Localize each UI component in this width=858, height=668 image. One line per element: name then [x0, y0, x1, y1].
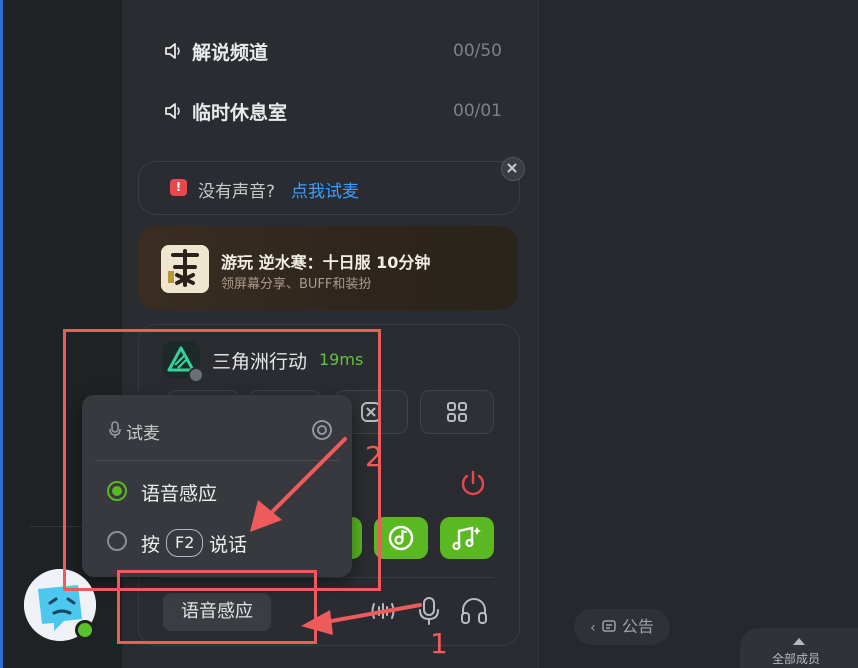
channel-row[interactable]: 临时休息室 00/01 [162, 93, 502, 129]
game-logo-icon [161, 245, 209, 293]
more-apps-button[interactable] [420, 390, 494, 434]
channel-name: 解说频道 [192, 41, 269, 64]
channel-name: 临时休息室 [192, 101, 288, 124]
game-thumbnail [161, 245, 209, 293]
game-promo-subtitle: 领屏幕分享、BUFF和装扮 [221, 277, 372, 292]
close-card-button[interactable] [501, 157, 525, 181]
ai-music-button[interactable] [440, 517, 494, 559]
music-disc-button[interactable] [374, 517, 428, 559]
headphones-icon[interactable] [458, 595, 490, 627]
close-icon [507, 163, 517, 173]
annotation-number-2: 2 [365, 440, 383, 473]
speaker-icon [165, 103, 180, 119]
online-status-dot [75, 620, 95, 640]
annotation-number-1: 1 [430, 627, 448, 660]
channel-count: 00/01 [453, 101, 502, 121]
annotation-box-1 [117, 570, 317, 644]
test-mic-link[interactable]: 点我试麦 [291, 177, 359, 202]
chevron-left-icon: ‹ [590, 620, 596, 636]
power-icon[interactable] [458, 468, 488, 498]
channel-count: 00/50 [453, 41, 502, 61]
announcement-icon [602, 620, 616, 632]
game-promo-title: 游玩 逆水寒：十日服 10分钟 [221, 253, 431, 272]
grid-icon [447, 402, 467, 422]
no-sound-text: 没有声音? [198, 182, 276, 202]
announcement-button[interactable]: ‹ 公告 [574, 609, 670, 645]
channel-row-cut[interactable] [200, 0, 320, 4]
channel-row[interactable]: 解说频道 00/50 [162, 33, 502, 69]
chevron-up-icon [793, 638, 805, 645]
alert-icon: ! [170, 179, 187, 196]
voice-wave-icon[interactable] [368, 596, 398, 626]
sidebar-edge [0, 0, 3, 668]
all-members-label: 全部成员 [772, 652, 821, 666]
music-note-sparkle-icon [452, 526, 481, 551]
music-disc-icon [388, 525, 414, 551]
speaker-icon [165, 43, 180, 59]
chat-panel [538, 0, 858, 668]
announcement-label: 公告 [621, 617, 654, 636]
microphone-icon[interactable] [414, 595, 444, 627]
annotation-box-2 [63, 329, 381, 591]
